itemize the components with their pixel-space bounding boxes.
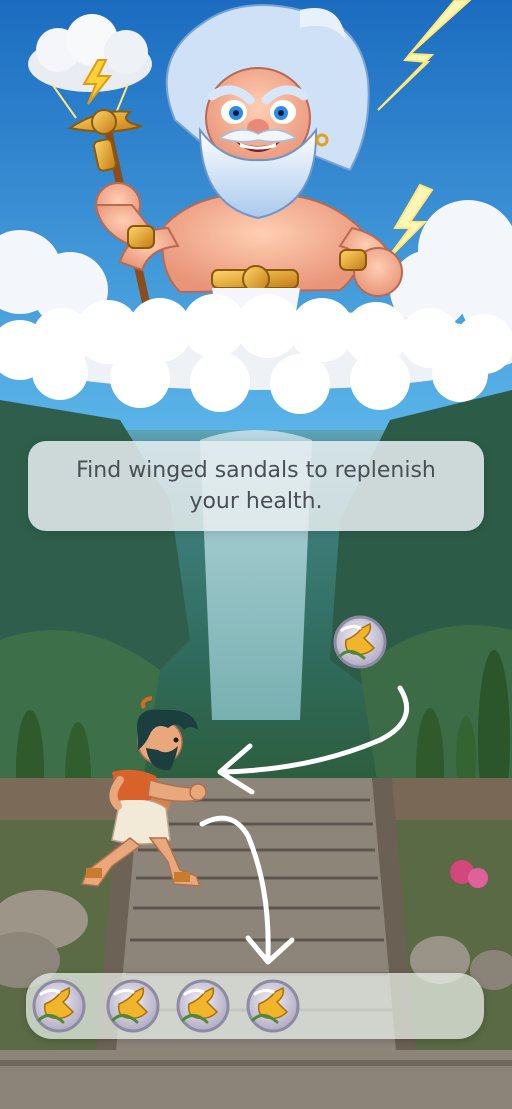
- winged-sandal-pickup: [333, 615, 387, 669]
- sandal-slot-3: [176, 979, 230, 1033]
- sandal-tray: [26, 973, 484, 1039]
- tutorial-overlay: [80, 615, 410, 965]
- hero-character: [80, 696, 207, 887]
- sandal-slot-1: [32, 979, 86, 1033]
- sandal-slot-4: [246, 979, 300, 1033]
- arrow-to-hero-icon: [217, 685, 410, 795]
- sandal-slot-2: [106, 979, 160, 1033]
- arrow-to-tray-icon: [199, 815, 295, 965]
- game-scene: Find winged sandals to replenish your he…: [0, 0, 512, 1109]
- winged-sandal-icon: [246, 979, 300, 1033]
- winged-sandal-icon: [106, 979, 160, 1033]
- winged-sandal-icon: [176, 979, 230, 1033]
- winged-sandal-icon: [32, 979, 86, 1033]
